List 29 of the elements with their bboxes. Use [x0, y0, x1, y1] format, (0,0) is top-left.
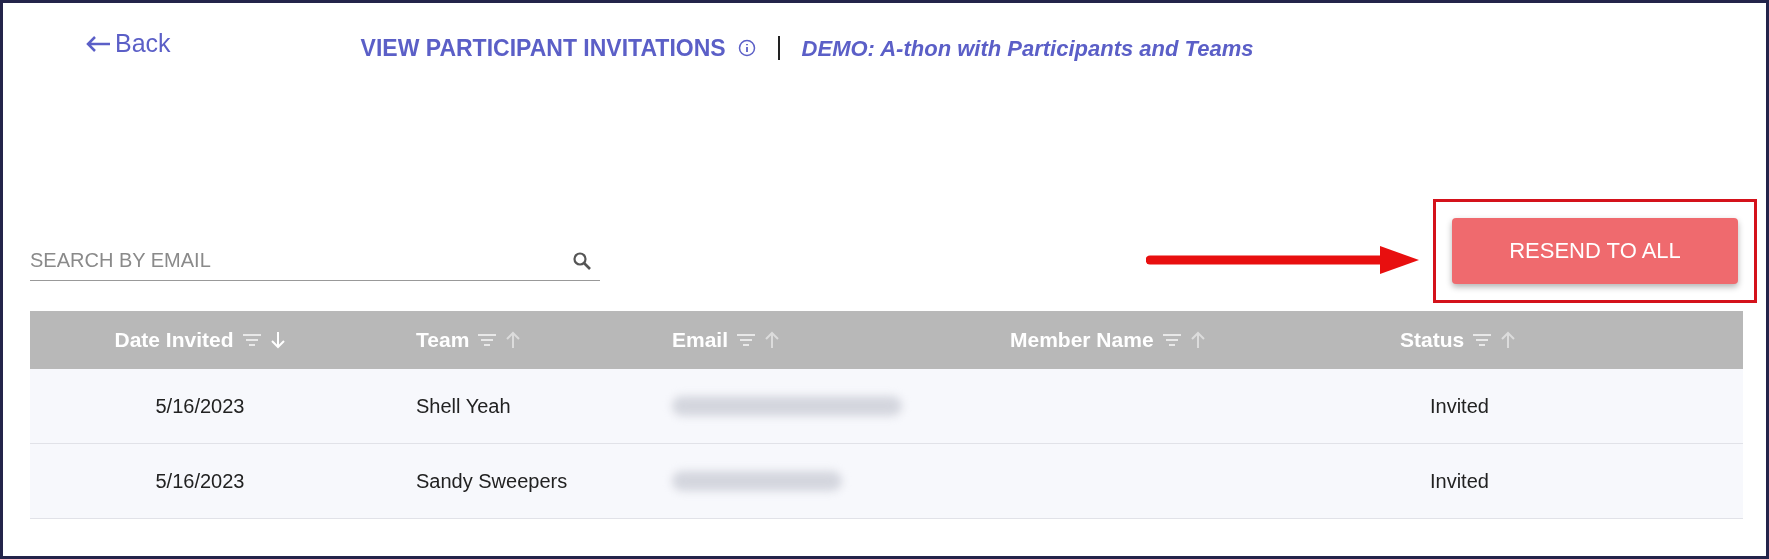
- resend-to-all-button[interactable]: RESEND TO ALL: [1452, 217, 1738, 284]
- event-name: DEMO: A-thon with Participants and Teams: [801, 34, 1254, 63]
- page-title: VIEW PARTICIPANT INVITATIONS: [360, 34, 726, 63]
- table-cell: Invited: [1430, 394, 1489, 417]
- search-icon[interactable]: [572, 250, 592, 271]
- filter-icon[interactable]: [1472, 332, 1493, 347]
- info-icon[interactable]: [737, 39, 756, 58]
- table-cell-text: 5/16/2023: [155, 468, 245, 494]
- arrow-down-icon[interactable]: [269, 330, 286, 349]
- table-cell-text: 5/16/2023: [155, 393, 245, 419]
- column-header[interactable]: Date Invited: [114, 323, 234, 356]
- filter-icon[interactable]: [477, 332, 498, 347]
- filter-icon[interactable]: [1161, 332, 1182, 347]
- arrow-up-icon[interactable]: [1500, 330, 1517, 349]
- column-header[interactable]: Team: [416, 323, 470, 356]
- filter-icon[interactable]: [736, 332, 757, 347]
- arrow-up-icon[interactable]: [1189, 330, 1206, 349]
- arrow-up-icon[interactable]: [505, 330, 522, 349]
- column-header[interactable]: Email: [672, 323, 729, 356]
- arrow-left-icon: [85, 34, 111, 53]
- search-field[interactable]: SEARCH BY EMAIL: [30, 240, 600, 281]
- table-cell: Sandy Sweepers: [416, 469, 568, 492]
- arrow-up-icon[interactable]: [764, 330, 781, 349]
- table-cell: Invited: [1430, 469, 1489, 492]
- table-cell: Shell Yeah: [416, 394, 511, 417]
- column-header[interactable]: Status: [1400, 323, 1465, 356]
- filter-icon[interactable]: [241, 332, 262, 347]
- back-link[interactable]: Back: [85, 25, 171, 63]
- column-header[interactable]: Member Name: [1010, 323, 1154, 356]
